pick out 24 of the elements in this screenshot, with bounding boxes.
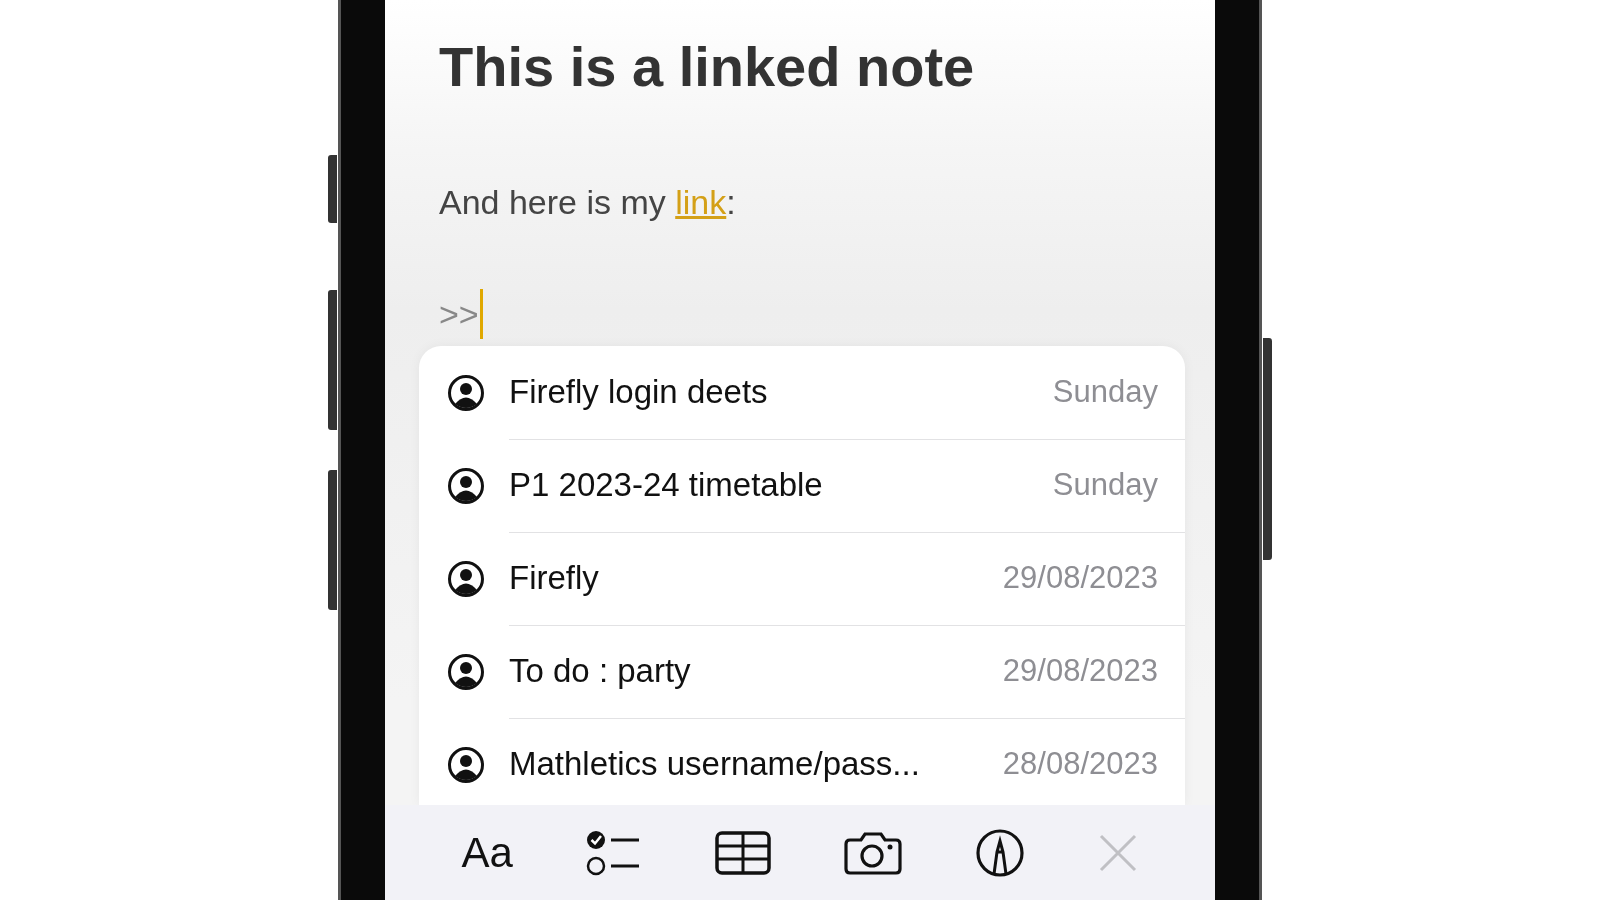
note-date: Sunday xyxy=(1052,374,1158,410)
note-date: Sunday xyxy=(1052,467,1158,503)
person-circle-icon xyxy=(447,745,485,784)
camera-icon xyxy=(844,830,903,875)
note-date: 29/08/2023 xyxy=(1002,653,1158,689)
person-circle-icon xyxy=(447,559,485,598)
person-circle-icon xyxy=(447,652,485,691)
note-date: 29/08/2023 xyxy=(1002,560,1158,596)
note-title[interactable]: P1 2023-24 timetable xyxy=(509,466,1041,504)
note-heading: This is a linked note xyxy=(439,34,975,100)
note-title[interactable]: To do : party xyxy=(509,652,991,690)
text-format-button[interactable]: Aa xyxy=(457,827,517,878)
text-cursor xyxy=(479,289,484,339)
table-icon xyxy=(715,830,772,875)
close-icon xyxy=(1098,832,1139,873)
pen-circle-icon xyxy=(975,827,1026,878)
typed-text: >> xyxy=(439,294,479,334)
person-circle-icon xyxy=(447,466,485,505)
note-date: 28/08/2023 xyxy=(1002,746,1158,782)
note-title[interactable]: Firefly login deets xyxy=(509,373,1041,411)
person-circle-icon xyxy=(447,373,485,412)
note-title[interactable]: Firefly xyxy=(509,559,991,597)
body-text: And here is my link: xyxy=(439,182,736,223)
note-title[interactable]: Mathletics username/pass... xyxy=(509,745,991,783)
